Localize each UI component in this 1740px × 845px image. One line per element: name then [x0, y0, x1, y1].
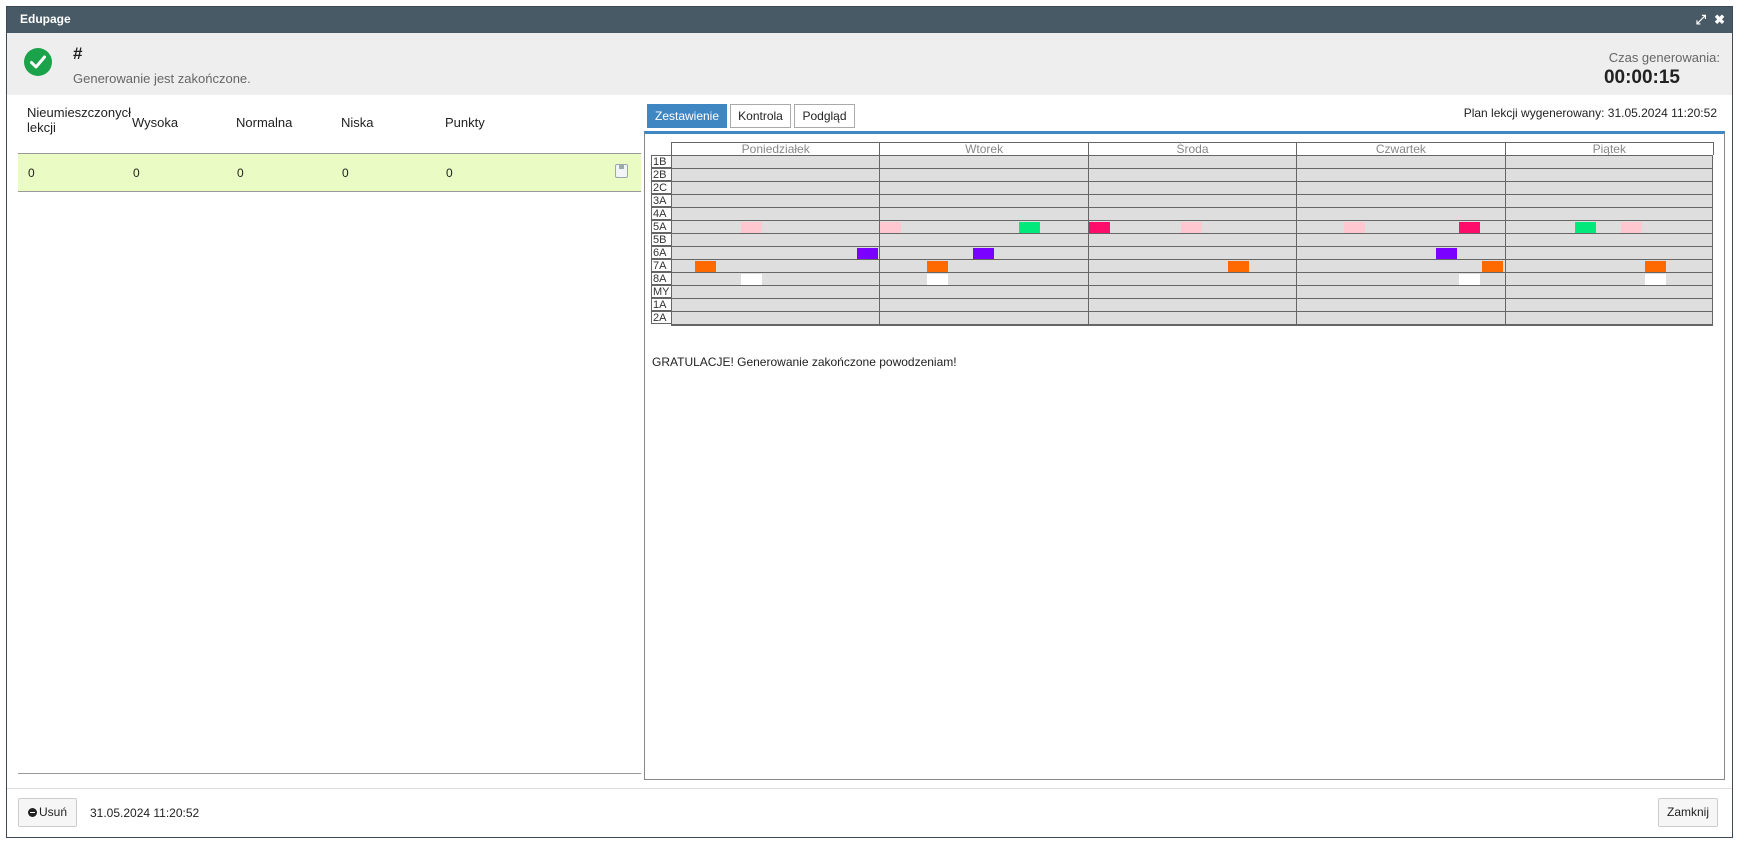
timetable-row [672, 182, 1712, 195]
lesson-block[interactable] [880, 222, 902, 233]
col-normal-header: Normalna [236, 115, 293, 130]
lesson-block[interactable] [741, 274, 763, 285]
cell-normal: 0 [237, 166, 244, 180]
success-message: GRATULACJE! Generowanie zakończone powod… [652, 355, 957, 369]
class-label: 2B [651, 168, 671, 181]
day-divider [1087, 156, 1089, 325]
lesson-block[interactable] [1088, 222, 1110, 233]
lesson-block[interactable] [1181, 222, 1203, 233]
generation-status: Generowanie jest zakończone. [73, 71, 251, 86]
day-header: Wtorek [879, 142, 1089, 156]
dialog-window: Edupage ⤢ ✖ # Generowanie jest zakończon… [6, 6, 1733, 838]
generation-time-value: 00:00:15 [1603, 67, 1680, 88]
class-label: 7A [651, 259, 671, 272]
lesson-block[interactable] [1644, 274, 1666, 285]
col-low-header: Niska [341, 115, 374, 130]
close-icon[interactable]: ✖ [1714, 12, 1725, 28]
class-label: 4A [651, 207, 671, 220]
title-bar: Edupage ⤢ ✖ [7, 7, 1732, 33]
generation-time-label: Czas generowania: [1608, 50, 1720, 65]
lesson-block[interactable] [1343, 222, 1365, 233]
class-label: 3A [651, 194, 671, 207]
col-high-header: Wysoka [132, 115, 179, 130]
summary-table-header: Nieumieszczonycł lekcji Wysoka Normalna N… [18, 101, 641, 154]
window-title: Edupage [20, 12, 71, 26]
timetable-row [672, 312, 1712, 325]
cell-unplaced: 0 [28, 166, 35, 180]
lesson-block[interactable] [695, 261, 717, 272]
col-points-header: Punkty [445, 115, 485, 130]
class-label: 6A [651, 246, 671, 259]
maximize-icon[interactable]: ⤢ [1696, 12, 1706, 28]
timetable-row [672, 273, 1712, 286]
timetable-row [672, 260, 1712, 273]
lesson-block[interactable] [973, 248, 995, 259]
class-label: 2C [651, 181, 671, 194]
delete-button-label: Usuń [39, 805, 68, 819]
lesson-block[interactable] [741, 222, 763, 233]
tab-podglad[interactable]: Podgląd [794, 104, 855, 128]
class-label: 1A [651, 298, 671, 311]
class-label: 2A [651, 311, 671, 324]
timetable-row [672, 286, 1712, 299]
cell-high: 0 [133, 166, 140, 180]
lesson-block[interactable] [926, 261, 948, 272]
lesson-block[interactable] [1227, 261, 1249, 272]
day-header: Czwartek [1296, 142, 1506, 156]
day-divider [1296, 156, 1298, 325]
tab-zestawienie[interactable]: Zestawienie [647, 104, 727, 128]
timetable-row [672, 195, 1712, 208]
timetable-row [672, 156, 1712, 169]
lesson-block[interactable] [1644, 261, 1666, 272]
timetable-row [672, 221, 1712, 234]
cell-points: 0 [446, 166, 453, 180]
cell-low: 0 [342, 166, 349, 180]
timetable-row [672, 169, 1712, 182]
table-row[interactable]: 0 0 0 0 0 [18, 154, 641, 192]
class-label: MY [651, 285, 671, 298]
status-header: # Generowanie jest zakończone. Czas gene… [7, 33, 1732, 95]
day-header: Poniedziałek [671, 142, 881, 156]
generation-title: # [73, 44, 83, 63]
class-label: 1B [651, 155, 671, 168]
day-divider [879, 156, 881, 325]
tab-content-panel: Poniedziałek Wtorek Środa Czwartek Piątek 1B 2… [644, 131, 1725, 780]
day-header: Piątek [1504, 142, 1714, 156]
lesson-block[interactable] [926, 274, 948, 285]
timetable-cells [671, 155, 1713, 326]
tab-kontrola[interactable]: Kontrola [730, 104, 791, 128]
class-label: 8A [651, 272, 671, 285]
dialog-footer: Usuń 31.05.2024 11:20:52 Zamknij [7, 788, 1732, 839]
timetable-row [672, 208, 1712, 221]
day-header: Środa [1087, 142, 1298, 156]
success-check-icon [24, 48, 52, 76]
timetable-row [672, 299, 1712, 312]
lesson-block[interactable] [857, 248, 879, 259]
left-panel-divider [18, 773, 641, 774]
footer-date: 31.05.2024 11:20:52 [90, 806, 200, 820]
minus-circle-icon [28, 808, 37, 817]
summary-table: Nieumieszczonycł lekcji Wysoka Normalna N… [18, 101, 641, 192]
lesson-block[interactable] [1482, 261, 1504, 272]
lesson-block[interactable] [1436, 248, 1458, 259]
lesson-block[interactable] [1459, 222, 1481, 233]
lesson-block[interactable] [1459, 274, 1481, 285]
close-button[interactable]: Zamknij [1658, 798, 1718, 827]
class-label: 5A [651, 220, 671, 233]
timetable-row [672, 247, 1712, 260]
plan-generated-info: Plan lekcji wygenerowany: 31.05.2024 11:… [1463, 106, 1717, 120]
lesson-block[interactable] [1621, 222, 1643, 233]
timetable-row [672, 234, 1712, 247]
lesson-block[interactable] [1019, 222, 1041, 233]
lesson-block[interactable] [1575, 222, 1597, 233]
delete-button[interactable]: Usuń [18, 798, 77, 827]
col-unplaced-header: Nieumieszczonycł lekcji [27, 105, 132, 135]
day-divider [1504, 156, 1506, 325]
save-icon[interactable] [615, 164, 628, 178]
class-label: 5B [651, 233, 671, 246]
